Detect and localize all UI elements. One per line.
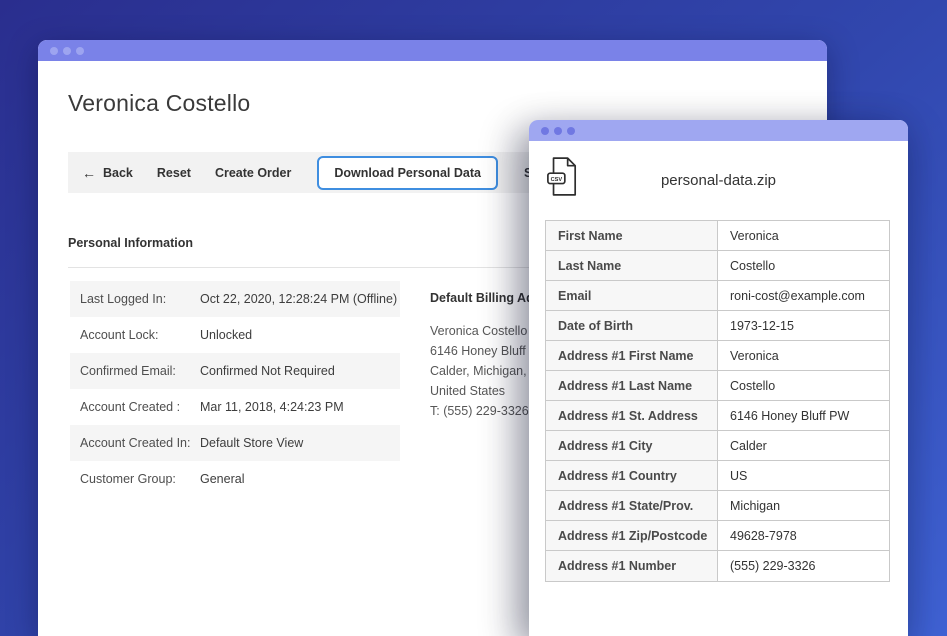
field-value: 6146 Honey Bluff PW <box>718 401 889 430</box>
field-label: First Name <box>546 221 718 250</box>
field-value: 1973-12-15 <box>718 311 889 340</box>
back-button[interactable]: ← Back <box>82 165 133 181</box>
field-label: Address #1 First Name <box>546 341 718 370</box>
personal-information-table: Last Logged In: Oct 22, 2020, 12:28:24 P… <box>70 281 400 497</box>
table-row: Address #1 State/Prov. Michigan <box>546 491 889 521</box>
field-label: Email <box>546 281 718 310</box>
info-label: Account Created In: <box>70 436 200 450</box>
window-dot-icon <box>50 47 58 55</box>
field-label: Address #1 State/Prov. <box>546 491 718 520</box>
window-dot-icon <box>76 47 84 55</box>
personal-data-preview-window: CSV personal-data.zip First Name Veronic… <box>529 120 908 636</box>
info-value: Confirmed Not Required <box>200 364 335 378</box>
field-value: (555) 229-3326 <box>718 551 889 581</box>
field-label: Address #1 Zip/Postcode <box>546 521 718 550</box>
field-value: US <box>718 461 889 490</box>
field-value: 49628-7978 <box>718 521 889 550</box>
table-row: Address #1 First Name Veronica <box>546 341 889 371</box>
info-value: General <box>200 472 244 486</box>
table-row: Address #1 Country US <box>546 461 889 491</box>
table-row: Customer Group: General <box>70 461 400 497</box>
info-value: Oct 22, 2020, 12:28:24 PM (Offline) <box>200 292 397 306</box>
table-row: Date of Birth 1973-12-15 <box>546 311 889 341</box>
table-row: Last Name Costello <box>546 251 889 281</box>
reset-button[interactable]: Reset <box>157 166 191 180</box>
window-titlebar <box>529 120 908 141</box>
table-row: Address #1 St. Address 6146 Honey Bluff … <box>546 401 889 431</box>
personal-data-table: First Name Veronica Last Name Costello E… <box>545 220 890 582</box>
window-dot-icon <box>63 47 71 55</box>
table-row: Account Created In: Default Store View <box>70 425 400 461</box>
field-value: Veronica <box>718 221 889 250</box>
info-value: Default Store View <box>200 436 303 450</box>
back-button-label: Back <box>103 166 133 180</box>
table-row: Address #1 City Calder <box>546 431 889 461</box>
field-value: Michigan <box>718 491 889 520</box>
table-row: Last Logged In: Oct 22, 2020, 12:28:24 P… <box>70 281 400 317</box>
info-label: Account Lock: <box>70 328 200 342</box>
create-order-button[interactable]: Create Order <box>215 166 291 180</box>
window-dot-icon <box>541 127 549 135</box>
field-label: Address #1 Country <box>546 461 718 490</box>
field-label: Address #1 Number <box>546 551 718 581</box>
table-row: Address #1 Zip/Postcode 49628-7978 <box>546 521 889 551</box>
field-value: roni-cost@example.com <box>718 281 889 310</box>
field-value: Costello <box>718 371 889 400</box>
field-label: Address #1 Last Name <box>546 371 718 400</box>
field-value: Costello <box>718 251 889 280</box>
info-label: Confirmed Email: <box>70 364 200 378</box>
field-label: Address #1 St. Address <box>546 401 718 430</box>
table-row: Email roni-cost@example.com <box>546 281 889 311</box>
personal-information-heading: Personal Information <box>68 236 193 250</box>
info-value: Unlocked <box>200 328 252 342</box>
field-label: Address #1 City <box>546 431 718 460</box>
info-value: Mar 11, 2018, 4:24:23 PM <box>200 400 344 414</box>
page-title: Veronica Costello <box>68 88 250 118</box>
field-label: Date of Birth <box>546 311 718 340</box>
field-value: Veronica <box>718 341 889 370</box>
file-name-title: personal-data.zip <box>529 171 908 191</box>
window-titlebar <box>38 40 827 61</box>
table-row: First Name Veronica <box>546 221 889 251</box>
info-label: Customer Group: <box>70 472 200 486</box>
info-label: Account Created : <box>70 400 200 414</box>
download-personal-data-button[interactable]: Download Personal Data <box>317 156 498 190</box>
table-row: Address #1 Number (555) 229-3326 <box>546 551 889 581</box>
table-row: Account Created : Mar 11, 2018, 4:24:23 … <box>70 389 400 425</box>
window-dot-icon <box>554 127 562 135</box>
arrow-left-icon: ← <box>82 165 96 181</box>
window-dot-icon <box>567 127 575 135</box>
field-label: Last Name <box>546 251 718 280</box>
table-row: Confirmed Email: Confirmed Not Required <box>70 353 400 389</box>
field-value: Calder <box>718 431 889 460</box>
info-label: Last Logged In: <box>70 292 200 306</box>
table-row: Account Lock: Unlocked <box>70 317 400 353</box>
table-row: Address #1 Last Name Costello <box>546 371 889 401</box>
